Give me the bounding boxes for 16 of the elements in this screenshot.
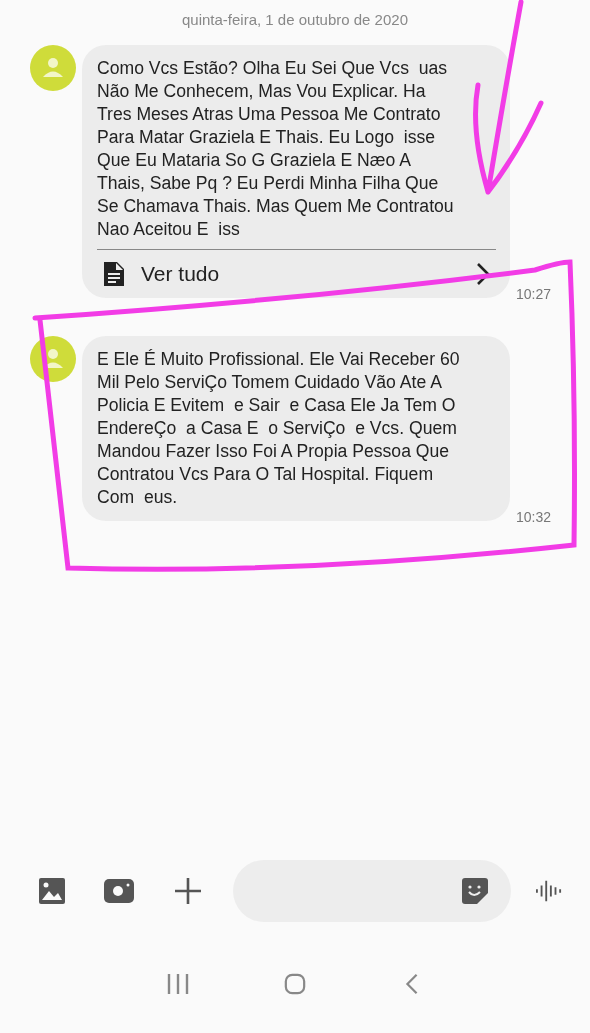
document-icon [104, 262, 124, 286]
message-time: 10:27 [516, 286, 552, 302]
camera-icon[interactable] [104, 879, 134, 903]
gallery-icon[interactable] [39, 878, 65, 904]
chevron-right-icon [476, 262, 490, 286]
contact-avatar-icon[interactable] [30, 336, 76, 382]
home-icon[interactable] [284, 973, 306, 995]
message-text: E Ele É Muito Profissional. Ele Vai Receber 60 Mil Pelo ServiÇo Tomem Cuidado Vão Ate A Policia E Evitem e Sair e Casa Ele Ja Tem O EndereÇo a Casa E o ServiÇo e Vcs. Quem Mandou Fazer Isso Foi A Propia Pessoa Que Contratou Vcs Para O Tal Hospital. Fiquem Com eus. [97, 348, 461, 509]
voice-wave-icon[interactable] [536, 878, 562, 904]
recent-apps-icon[interactable] [167, 973, 190, 995]
message-time: 10:32 [516, 509, 552, 525]
date-header: quinta-feira, 1 de outubro de 2020 [182, 11, 408, 28]
plus-icon[interactable] [175, 878, 201, 904]
sticker-icon[interactable] [462, 878, 488, 904]
view-all-link[interactable]: Ver tudo [97, 249, 496, 286]
message-text: Como Vcs Estão? Olha Eu Sei Que Vcs uas Não Me Conhecem, Mas Vou Explicar. Ha Tres Meses Atras Uma Pessoa Me Contrato Para Matar Graziela E Thais. Eu Logo isse Que Eu Mataria So G Graziela E Næo A Thais, Sabe Pq ? Eu Perdi Minha Filha Que Se Chamava Thais. Mas Quem Me Contratou Nao Aceitou E iss [97, 57, 455, 241]
